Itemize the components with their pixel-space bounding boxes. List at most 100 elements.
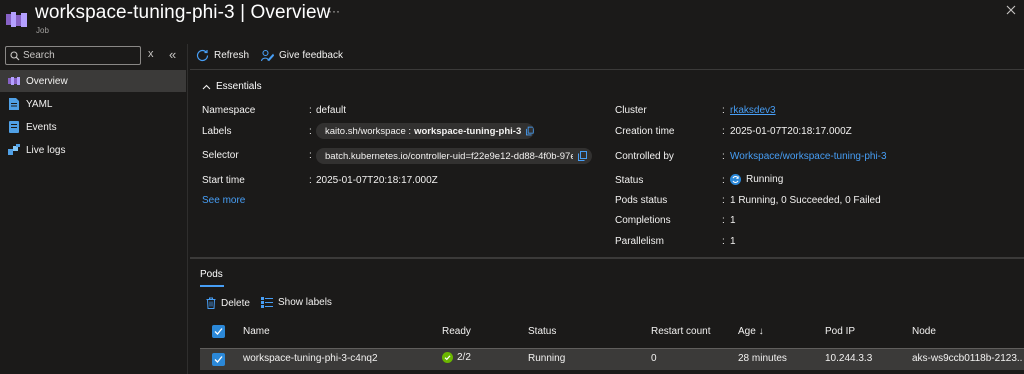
page-title: workspace-tuning-phi-3 | Overview [35, 2, 331, 23]
sidebar-divider [187, 44, 188, 374]
checkmark-icon [214, 328, 223, 335]
colon-separator: : [722, 215, 725, 226]
colon-separator: : [722, 105, 725, 116]
creation-time-label: Creation time [615, 126, 675, 137]
show-labels-button[interactable]: Show labels [261, 297, 332, 308]
sidebar-item-events[interactable]: Events [0, 116, 186, 138]
status-text: Running [746, 174, 784, 185]
colon-separator: : [722, 195, 725, 206]
labels-label: Labels [202, 126, 232, 137]
colon-separator: : [722, 236, 725, 247]
give-feedback-button[interactable]: Give feedback [261, 49, 343, 62]
pod-name-link[interactable]: workspace-tuning-phi-3-c4nq2 [243, 353, 378, 364]
pod-node-value: aks-ws9ccb0118b-2123... [912, 353, 1022, 364]
checkmark-icon [214, 356, 223, 363]
copy-icon[interactable] [526, 126, 534, 136]
select-all-checkbox[interactable] [212, 325, 225, 338]
pod-ready-value: 2/2 [457, 352, 471, 363]
section-divider [190, 257, 1024, 259]
status-label: Status [615, 175, 644, 186]
sidebar-item-overview[interactable]: Overview [0, 70, 186, 92]
more-options-button[interactable]: ··· [328, 4, 340, 18]
selector-tag: batch.kubernetes.io/controller-uid=f22e9… [316, 148, 592, 164]
start-time-value: 2025-01-07T20:18:17.000Z [316, 175, 438, 186]
start-time-label: Start time [202, 175, 245, 186]
feedback-icon [261, 49, 275, 61]
colon-separator: : [309, 150, 312, 161]
resource-type-label: Job [36, 26, 49, 35]
tab-active-indicator [200, 285, 224, 287]
refresh-button[interactable]: Refresh [196, 49, 249, 62]
label-tag: kaito.sh/workspace : workspace-tuning-ph… [316, 123, 534, 139]
tab-pods[interactable]: Pods [200, 269, 223, 280]
colon-separator: : [722, 126, 725, 137]
column-header-age[interactable]: Age ↓ [738, 326, 764, 337]
colon-separator: : [722, 151, 725, 162]
page-header: workspace-tuning-phi-3 | Overview ··· Jo… [0, 0, 1024, 42]
column-header-node[interactable]: Node [912, 326, 936, 337]
pod-restart-count-value: 0 [651, 353, 657, 364]
completions-value: 1 [730, 215, 736, 226]
controlled-by-label: Controlled by [615, 151, 674, 162]
chevron-up-icon [202, 84, 211, 89]
creation-time-value: 2025-01-07T20:18:17.000Z [730, 126, 852, 137]
column-header-pod-ip[interactable]: Pod IP [825, 326, 855, 337]
copy-icon[interactable] [578, 151, 587, 161]
cluster-label: Cluster [615, 105, 647, 116]
close-icon[interactable] [1006, 5, 1016, 15]
events-icon [8, 121, 20, 133]
search-icon [10, 51, 20, 61]
pod-status-value: Running [528, 353, 566, 364]
command-bar: Refresh Give feedback [196, 44, 355, 66]
see-more-link[interactable]: See more [202, 195, 245, 206]
refresh-icon [196, 49, 209, 61]
overview-icon [8, 75, 20, 87]
essentials-toggle[interactable]: Essentials [202, 81, 262, 92]
label-value: workspace-tuning-phi-3 [414, 125, 522, 137]
labels-icon [261, 297, 273, 308]
column-header-ready[interactable]: Ready [442, 326, 471, 337]
trash-icon [206, 297, 216, 309]
parallelism-value: 1 [730, 236, 736, 247]
toolbar-divider [190, 69, 1024, 70]
collapse-sidebar-button[interactable]: « [169, 47, 176, 62]
clear-search-button[interactable]: x [148, 48, 154, 60]
colon-separator: : [722, 175, 725, 186]
delete-button[interactable]: Delete [206, 297, 250, 309]
selector-value: batch.kubernetes.io/controller-uid=f22e9… [325, 150, 573, 162]
delete-label: Delete [221, 297, 250, 309]
namespace-label: Namespace [202, 105, 256, 116]
completions-label: Completions [615, 215, 671, 226]
pod-ready-cell: 2/2 [442, 352, 471, 363]
column-header-status[interactable]: Status [528, 326, 556, 337]
pods-status-label: Pods status [615, 195, 668, 206]
live-logs-icon [8, 144, 20, 156]
column-header-restart-count[interactable]: Restart count [651, 326, 710, 337]
sidebar-item-yaml[interactable]: YAML [0, 93, 186, 115]
status-value: Running [730, 174, 783, 185]
essentials-label: Essentials [216, 81, 262, 92]
sidebar-item-label: YAML [26, 98, 53, 110]
running-status-icon [730, 174, 741, 185]
refresh-label: Refresh [214, 49, 250, 61]
colon-separator: : [309, 126, 312, 137]
selector-label: Selector [202, 150, 239, 161]
sidebar-item-label: Overview [26, 75, 68, 87]
controlled-by-link[interactable]: Workspace/workspace-tuning-phi-3 [730, 151, 887, 162]
success-check-icon [442, 352, 453, 363]
search-box[interactable] [5, 46, 141, 65]
parallelism-label: Parallelism [615, 236, 664, 247]
cluster-link[interactable]: rkaksdev3 [730, 105, 776, 116]
row-checkbox[interactable] [212, 353, 225, 366]
sidebar-item-label: Live logs [26, 144, 66, 156]
pod-age-value: 28 minutes [738, 353, 787, 364]
sidebar: x « Overview YAML [0, 44, 186, 374]
job-app-icon [6, 12, 27, 27]
sidebar-item-live-logs[interactable]: Live logs [0, 139, 186, 161]
namespace-value: default [316, 105, 347, 116]
yaml-file-icon [8, 98, 20, 110]
feedback-label: Give feedback [279, 49, 343, 61]
column-header-name[interactable]: Name [243, 326, 270, 337]
colon-separator: : [309, 175, 312, 186]
search-input[interactable] [23, 48, 138, 63]
